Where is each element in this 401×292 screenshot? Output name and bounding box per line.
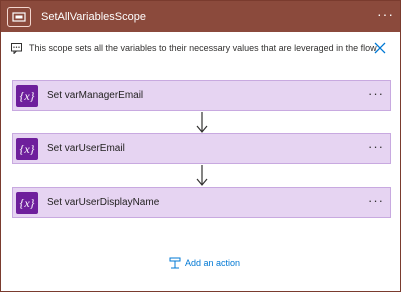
variable-icon: {x}: [16, 84, 38, 107]
arrow-down-icon: [196, 165, 208, 186]
variable-icon: {x}: [16, 137, 38, 160]
action-card-set-var-user-display-name[interactable]: {x} Set varUserDisplayName ···: [12, 187, 391, 218]
svg-text:{x}: {x}: [20, 89, 35, 103]
scope-card: SetAllVariablesScope ··· This scope sets…: [0, 0, 401, 292]
svg-text:{x}: {x}: [20, 142, 35, 156]
scope-description: This scope sets all the variables to the…: [29, 43, 377, 53]
action-more-menu-icon[interactable]: ···: [368, 86, 384, 101]
arrow-down-icon: [196, 112, 208, 133]
add-action-button[interactable]: Add an action: [169, 257, 240, 269]
scope-more-menu-icon[interactable]: ···: [377, 6, 394, 22]
close-icon[interactable]: [374, 42, 386, 54]
action-label: Set varUserDisplayName: [47, 197, 160, 208]
scope-icon: [7, 6, 31, 27]
add-action-icon: [169, 257, 181, 269]
variable-icon: {x}: [16, 191, 38, 214]
svg-text:{x}: {x}: [20, 196, 35, 210]
action-card-set-var-manager-email[interactable]: {x} Set varManagerEmail ···: [12, 80, 391, 111]
action-label: Set varUserEmail: [47, 143, 125, 154]
scope-header[interactable]: SetAllVariablesScope ···: [1, 1, 400, 32]
action-more-menu-icon[interactable]: ···: [368, 139, 384, 154]
scope-description-bar: This scope sets all the variables to the…: [1, 38, 400, 58]
action-card-set-var-user-email[interactable]: {x} Set varUserEmail ···: [12, 133, 391, 164]
comment-icon: [11, 42, 22, 54]
action-label: Set varManagerEmail: [47, 90, 144, 101]
add-action-label: Add an action: [185, 258, 241, 268]
action-more-menu-icon[interactable]: ···: [368, 193, 384, 208]
scope-title: SetAllVariablesScope: [41, 10, 146, 23]
